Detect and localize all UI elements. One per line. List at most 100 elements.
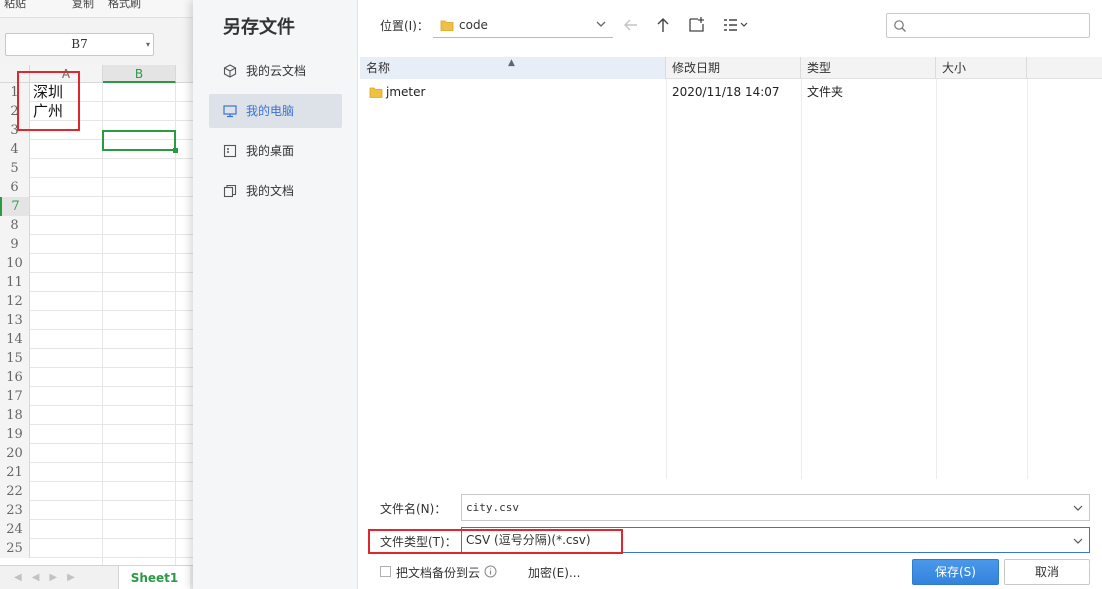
grid-line (175, 83, 176, 565)
sheet-row[interactable]: 8 (0, 216, 193, 235)
nav-item-my-computer[interactable]: 我的电脑 (209, 94, 342, 128)
row-header[interactable]: 21 (0, 463, 30, 482)
sheet-toolbar: 粘贴 复制 格式刷 (0, 0, 193, 18)
sheet-tab-sheet1[interactable]: Sheet1 (118, 566, 190, 589)
sheet-row[interactable]: 14 (0, 330, 193, 349)
column-divider (1027, 79, 1028, 479)
location-value: code (459, 18, 488, 32)
chevron-down-icon[interactable] (594, 17, 608, 31)
row-header[interactable]: 17 (0, 387, 30, 406)
sheet-row[interactable]: 23 (0, 501, 193, 520)
highlight-annotation-cells (17, 71, 80, 131)
nav-item-my-desktop[interactable]: 我的桌面 (209, 134, 342, 168)
row-header[interactable]: 16 (0, 368, 30, 387)
row-header[interactable]: 5 (0, 159, 30, 178)
grid-line (102, 83, 103, 565)
sheet-row[interactable]: 18 (0, 406, 193, 425)
sheet-row[interactable]: 20 (0, 444, 193, 463)
sheet-row[interactable]: 21 (0, 463, 193, 482)
folder-icon (440, 20, 454, 31)
active-cell-b7[interactable] (102, 130, 178, 153)
search-input[interactable] (886, 13, 1090, 38)
sheet-row[interactable]: 15 (0, 349, 193, 368)
up-arrow-icon[interactable] (653, 15, 673, 35)
row-header[interactable]: 19 (0, 425, 30, 444)
save-as-dialog: 另存文件 我的云文档 我的电脑 我的桌面 我的文档 位置(I)： code ▲ … (193, 0, 1102, 589)
row-header[interactable]: 25 (0, 539, 30, 558)
dialog-sidebar: 另存文件 我的云文档 我的电脑 我的桌面 我的文档 (193, 0, 358, 589)
sheet-row[interactable]: 17 (0, 387, 193, 406)
sheet-row[interactable]: 7 (0, 197, 193, 216)
column-header-size[interactable]: 大小 (936, 57, 1027, 79)
cloud-doc-icon (223, 64, 237, 78)
chevron-down-icon[interactable] (1072, 535, 1084, 547)
row-header[interactable]: 6 (0, 178, 30, 197)
sheet-row[interactable]: 13 (0, 311, 193, 330)
nav-item-cloud-docs[interactable]: 我的云文档 (209, 54, 342, 88)
chevron-down-icon[interactable]: ▾ (146, 34, 150, 55)
sheet-row[interactable]: 16 (0, 368, 193, 387)
filename-input[interactable]: city.csv (461, 494, 1090, 521)
row-header[interactable]: 11 (0, 273, 30, 292)
row-header[interactable]: 18 (0, 406, 30, 425)
row-header[interactable]: 4 (0, 140, 30, 159)
copy-button[interactable]: 复制 (72, 0, 94, 9)
row-header[interactable]: 24 (0, 520, 30, 539)
column-header-name-label: 名称 (366, 61, 391, 75)
nav-item-label: 我的云文档 (246, 64, 307, 78)
filename-label: 文件名(N)： (380, 502, 447, 516)
nav-item-label: 我的电脑 (246, 104, 295, 118)
sheet-row[interactable]: 19 (0, 425, 193, 444)
sheet-nav-arrows-icon[interactable]: ◀◀▶▶ (14, 566, 85, 589)
row-header[interactable]: 14 (0, 330, 30, 349)
name-box-value: B7 (71, 37, 88, 51)
info-icon[interactable] (484, 565, 497, 578)
backup-to-cloud-label[interactable]: 把文档备份到云 (396, 564, 480, 581)
new-folder-icon[interactable] (687, 15, 707, 35)
column-header-type[interactable]: 类型 (801, 57, 936, 79)
format-painter-button[interactable]: 格式刷 (108, 0, 141, 9)
folder-icon (369, 87, 383, 98)
row-header[interactable]: 20 (0, 444, 30, 463)
row-header[interactable]: 9 (0, 235, 30, 254)
search-icon (894, 20, 906, 32)
view-mode-icon[interactable] (721, 15, 751, 35)
column-header-date[interactable]: 修改日期 (666, 57, 801, 79)
file-list[interactable]: ▲ 名称 修改日期 类型 大小 jmeter 2020/11/18 14:07 … (360, 57, 1102, 479)
spreadsheet-window: 粘贴 复制 格式刷 B7 ▾ A B 1 深圳 2 广州 3 4 5 6 7 8 9 10 11 12 13… (0, 0, 193, 589)
sheet-row[interactable]: 9 (0, 235, 193, 254)
sheet-row[interactable]: 5 (0, 159, 193, 178)
row-header[interactable]: 23 (0, 501, 30, 520)
location-dropdown[interactable]: code (433, 13, 613, 38)
file-row-jmeter[interactable]: jmeter 2020/11/18 14:07 文件夹 (360, 80, 1102, 104)
highlight-annotation-filetype (368, 529, 623, 554)
row-header[interactable]: 7 (0, 197, 30, 216)
back-arrow-icon[interactable] (621, 15, 641, 35)
sheet-row[interactable]: 12 (0, 292, 193, 311)
encrypt-link[interactable]: 加密(E)... (528, 564, 580, 581)
paste-button[interactable]: 粘贴 (4, 0, 26, 9)
column-divider (936, 79, 937, 479)
row-header[interactable]: 22 (0, 482, 30, 501)
row-header[interactable]: 10 (0, 254, 30, 273)
sheet-row[interactable]: 10 (0, 254, 193, 273)
row-header[interactable]: 15 (0, 349, 30, 368)
sheet-row[interactable]: 6 (0, 178, 193, 197)
backup-to-cloud-checkbox[interactable] (380, 566, 391, 577)
sheet-row[interactable]: 11 (0, 273, 193, 292)
nav-item-my-documents[interactable]: 我的文档 (209, 174, 342, 208)
row-header[interactable]: 13 (0, 311, 30, 330)
row-header[interactable]: 12 (0, 292, 30, 311)
column-divider (801, 79, 802, 479)
column-header-name[interactable]: ▲ 名称 (360, 57, 666, 79)
sheet-row[interactable]: 24 (0, 520, 193, 539)
sheet-row[interactable]: 22 (0, 482, 193, 501)
column-header-b[interactable]: B (103, 65, 176, 83)
name-box[interactable]: B7 ▾ (5, 33, 154, 56)
dialog-title: 另存文件 (223, 17, 295, 38)
chevron-down-icon[interactable] (1072, 502, 1084, 514)
save-button[interactable]: 保存(S) (912, 559, 999, 585)
cancel-button[interactable]: 取消 (1004, 559, 1090, 585)
sheet-row[interactable]: 25 (0, 539, 193, 558)
row-header[interactable]: 8 (0, 216, 30, 235)
